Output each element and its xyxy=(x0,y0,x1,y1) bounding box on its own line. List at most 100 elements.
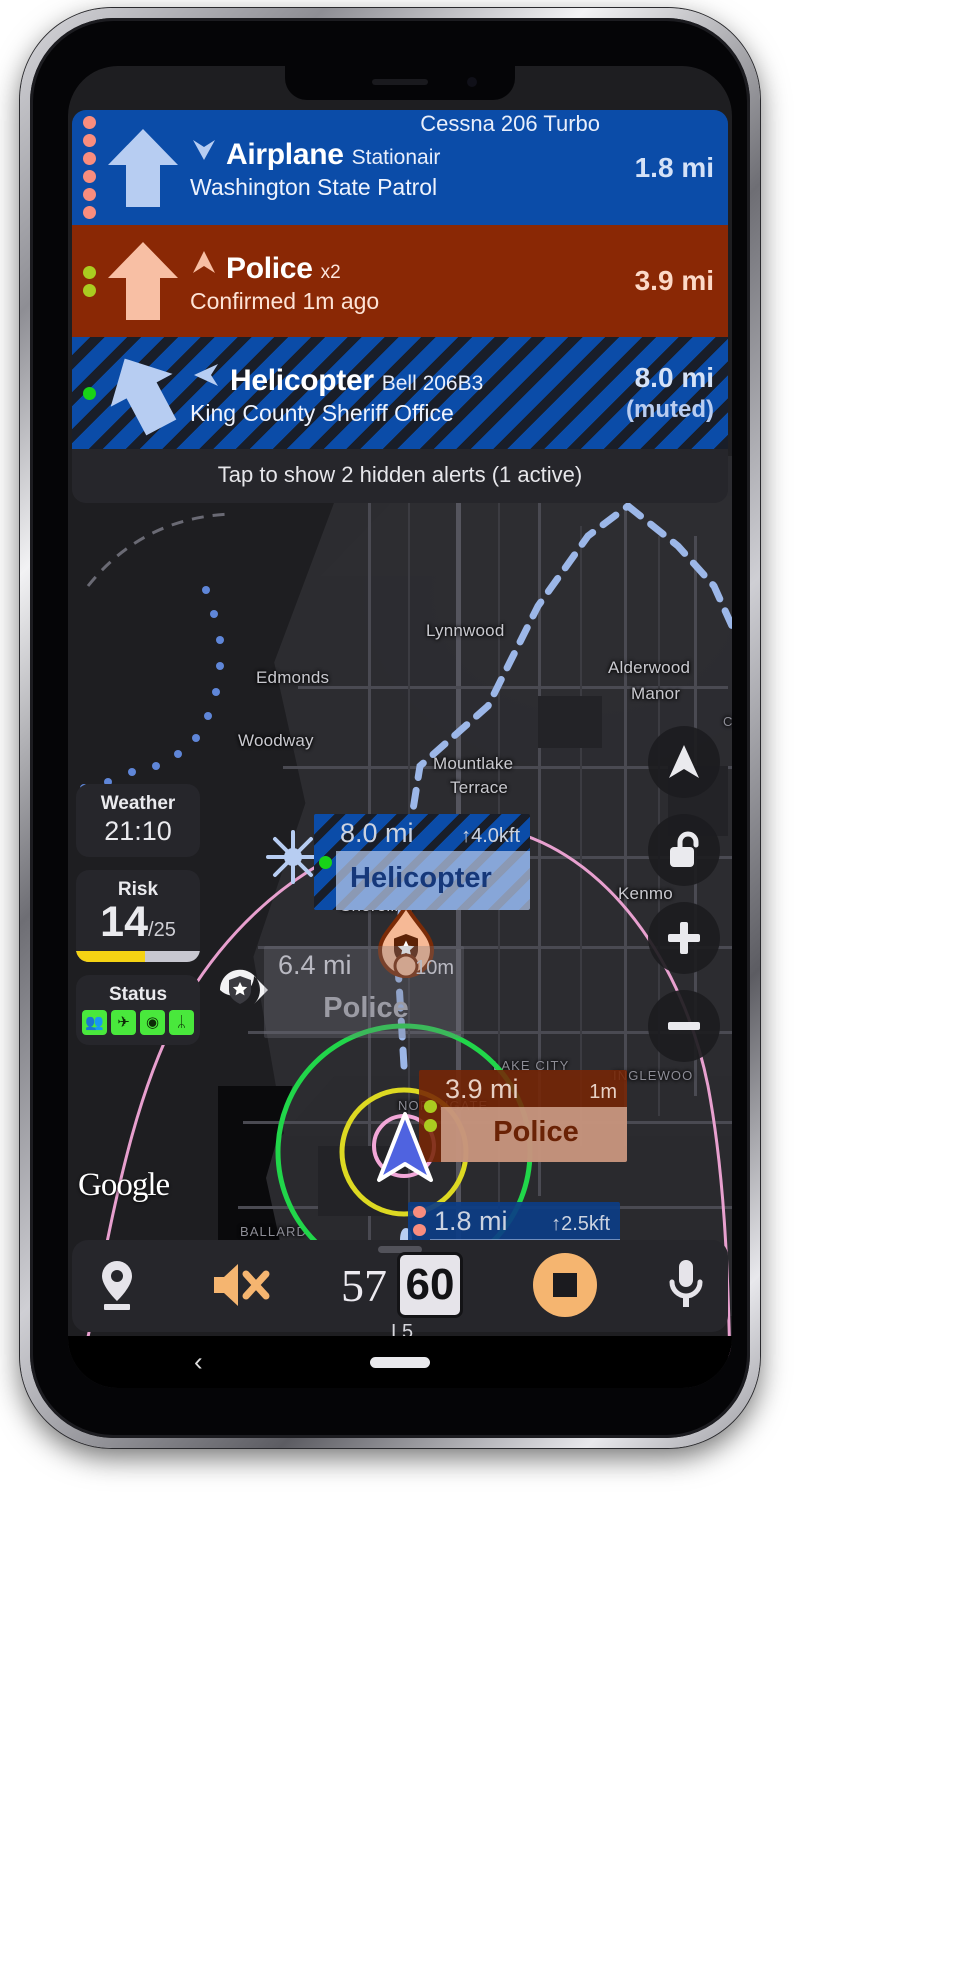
back-button[interactable]: ‹ xyxy=(194,1347,203,1378)
risk-progress-bar xyxy=(76,951,200,962)
map-place-label: CANYON xyxy=(723,714,732,729)
location-pin-icon xyxy=(102,1261,132,1310)
speaker-muted-icon xyxy=(213,1264,269,1306)
location-button[interactable] xyxy=(94,1259,140,1311)
status-dot xyxy=(82,188,96,201)
risk-value: 14 xyxy=(100,898,149,946)
alert-row-airplane[interactable]: Cessna 206 Turbo Airplane Stationair Was… xyxy=(72,110,728,225)
badge-age: 1m xyxy=(589,1081,617,1103)
status-dot xyxy=(318,855,332,869)
risk-card[interactable]: Risk 14 /25 xyxy=(76,870,200,962)
map-road xyxy=(624,506,627,1146)
bluetooth-icon: ᛦ xyxy=(169,1010,194,1035)
phone-screen: Lynnwood Alderwood Manor Edmonds Woodway Moun… xyxy=(68,66,732,1388)
badge-dots xyxy=(314,814,336,910)
map-badge-police[interactable]: 3.9 mi 1m Police xyxy=(419,1070,627,1162)
status-dot xyxy=(82,386,96,400)
status-dot xyxy=(82,134,96,147)
speed-limit-sign[interactable]: 60 xyxy=(397,1252,463,1318)
map-badge-helicopter[interactable]: 8.0 mi ↑4.0kft Helicopter xyxy=(314,814,530,910)
alert-dots-airplane xyxy=(78,116,100,219)
weather-card[interactable]: Weather 21:10 xyxy=(76,784,200,857)
record-button[interactable] xyxy=(532,1253,597,1317)
status-card[interactable]: Status 👥 ✈ ◉ ᛦ xyxy=(76,975,200,1045)
unlocked-padlock-icon xyxy=(670,831,699,867)
mute-button[interactable] xyxy=(210,1259,272,1311)
status-dot xyxy=(82,283,96,297)
map-place-label: Manor xyxy=(631,684,681,703)
alert-title-helicopter: Helicopter xyxy=(230,363,374,397)
home-pill[interactable] xyxy=(370,1356,430,1368)
police-map-marker-dimmed[interactable] xyxy=(216,966,270,1019)
stop-record-icon xyxy=(552,1273,577,1297)
up-left-arrow-icon xyxy=(110,358,177,436)
phone-frame: Lynnwood Alderwood Manor Edmonds Woodway Moun… xyxy=(20,8,760,1448)
alert-distance-police: 3.9 mi xyxy=(634,265,714,296)
hidden-alerts-toggle[interactable]: Tap to show 2 hidden alerts (1 active) xyxy=(72,449,728,503)
map-lock-button[interactable] xyxy=(648,814,720,886)
alert-row-helicopter[interactable]: Helicopter Bell 206B3 King County Sherif… xyxy=(72,337,728,449)
phone-bezel: Lynnwood Alderwood Manor Edmonds Woodway Moun… xyxy=(30,18,750,1438)
badge-age: 10m xyxy=(415,957,454,979)
map-place-label: BALLARD xyxy=(240,1224,307,1239)
alert-multiplier-police: x2 xyxy=(320,261,341,283)
weather-value: 21:10 xyxy=(104,816,172,846)
airplane-icon: ✈ xyxy=(111,1010,136,1035)
alert-stack: Cessna 206 Turbo Airplane Stationair Was… xyxy=(72,110,728,503)
speed-limit-value: 60 xyxy=(405,1260,455,1309)
alert-dots-police xyxy=(78,231,100,331)
alert-model-airplane: Cessna 206 Turbo xyxy=(420,111,600,136)
alert-row-police[interactable]: Police x2 Confirmed 1m ago 3.9 mi xyxy=(72,225,728,337)
alert-direction-arrow-helicopter xyxy=(100,343,186,443)
alert-operator-police: Confirmed 1m ago xyxy=(190,287,380,314)
map-place-label: Lynnwood xyxy=(426,621,505,640)
badge-distance: 8.0 mi xyxy=(340,818,414,848)
map-controls xyxy=(648,726,720,1062)
alert-distance-helicopter: 8.0 mi xyxy=(634,362,714,393)
alert-operator-helicopter: King County Sheriff Office xyxy=(190,399,454,426)
badge-altitude: ↑2.5kft xyxy=(551,1213,610,1235)
hud-panel-group: Weather 21:10 Risk 14 /25 Status 👥 ✈ ◉ ᛦ xyxy=(76,784,200,1045)
status-chip-row: 👥 ✈ ◉ ᛦ xyxy=(82,1010,194,1035)
alert-dots-helicopter xyxy=(78,343,100,443)
microphone-button[interactable] xyxy=(666,1257,706,1313)
navigation-arrow-icon xyxy=(669,745,699,778)
map-badge-police-dimmed[interactable]: 6.4 mi 10m Police xyxy=(264,946,464,1038)
status-dot xyxy=(412,1206,426,1218)
android-nav-bar: ‹ xyxy=(68,1336,732,1388)
risk-progress-fill xyxy=(76,951,146,962)
front-camera xyxy=(467,77,477,87)
status-dot xyxy=(82,116,96,129)
badge-altitude: ↑4.0kft xyxy=(461,825,520,847)
group-icon-glyph: 👥 xyxy=(85,1014,104,1031)
minus-icon xyxy=(668,1022,700,1030)
group-icon: 👥 xyxy=(82,1010,107,1035)
chevron-down-icon xyxy=(193,140,215,160)
gps-target-icon-glyph: ◉ xyxy=(145,1014,160,1031)
weather-title: Weather xyxy=(100,793,176,814)
airplane-icon-glyph: ✈ xyxy=(117,1014,130,1031)
alert-muted-label: (muted) xyxy=(626,396,714,423)
alert-distance-airplane: 1.8 mi xyxy=(634,151,714,183)
map-road xyxy=(580,526,582,1146)
alert-title-police: Police xyxy=(226,251,313,285)
alert-model-line2: Stationair xyxy=(351,146,441,169)
bottom-toolbar: 57 60 I 5 xyxy=(72,1240,728,1343)
map-place-label: Mountlake xyxy=(433,754,514,773)
compass-north-button[interactable] xyxy=(648,726,720,798)
google-watermark: Google xyxy=(78,1167,170,1203)
status-title: Status xyxy=(108,984,168,1005)
plus-icon xyxy=(668,922,700,954)
map-block xyxy=(538,696,602,748)
earpiece-speaker xyxy=(372,79,428,85)
up-arrow-icon xyxy=(108,242,178,320)
badge-distance: 1.8 mi xyxy=(434,1206,508,1236)
status-dot xyxy=(82,265,96,279)
alert-title-airplane: Airplane xyxy=(226,138,344,171)
own-position-marker xyxy=(374,1110,436,1191)
chevron-up-icon xyxy=(193,250,215,273)
zoom-out-button[interactable] xyxy=(648,990,720,1062)
map-place-label: Alderwood xyxy=(608,658,691,677)
current-speed: 57 xyxy=(341,1259,387,1311)
zoom-in-button[interactable] xyxy=(648,902,720,974)
